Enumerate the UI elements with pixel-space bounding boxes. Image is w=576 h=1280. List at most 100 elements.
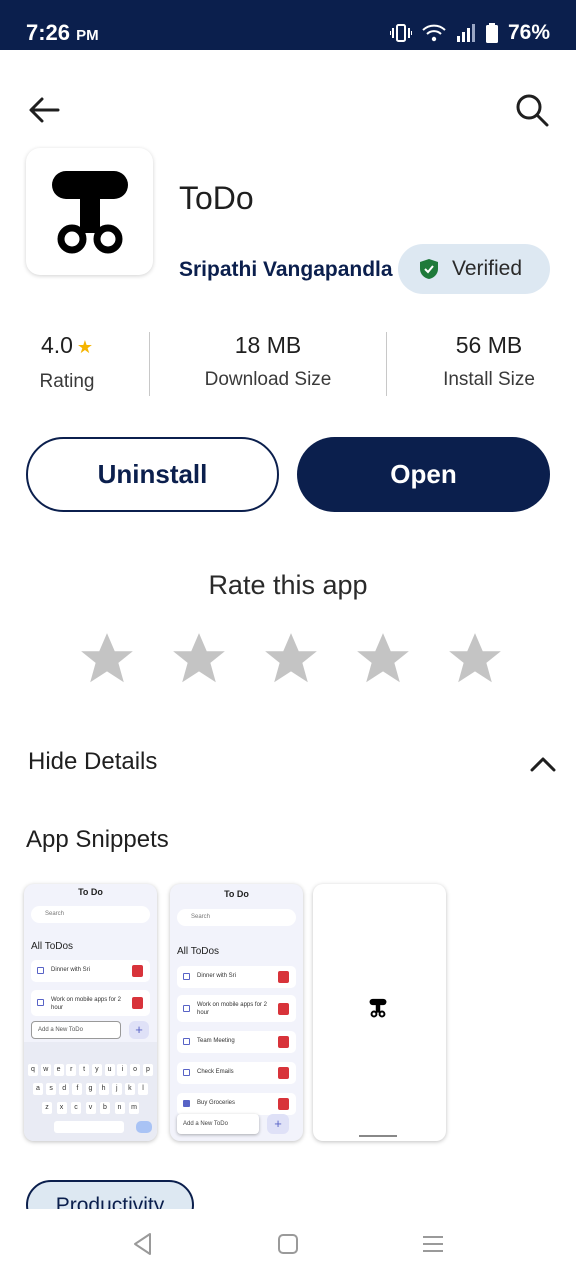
snippet-keyboard: q w e r t y u i o p a s d f g h j k l z …	[24, 1042, 157, 1141]
key: y	[91, 1064, 102, 1076]
key: t	[79, 1064, 90, 1076]
stats-divider	[386, 332, 387, 396]
uninstall-button[interactable]: Uninstall	[26, 437, 279, 512]
key: f	[72, 1083, 83, 1095]
rate-star-5[interactable]	[444, 628, 506, 690]
wifi-icon	[422, 24, 446, 42]
key: n	[114, 1102, 125, 1114]
verified-label: Verified	[452, 257, 523, 280]
keyboard-row-3: z x c v b n m	[42, 1102, 139, 1114]
app-title: ToDo	[179, 180, 254, 216]
checkbox-checked-icon	[183, 1100, 190, 1107]
open-button[interactable]: Open	[297, 437, 550, 512]
key: i	[117, 1064, 128, 1076]
download-size-value: 18 MB	[234, 332, 302, 358]
stat-rating: 4.0 ★ Rating	[30, 332, 104, 393]
search-icon	[516, 94, 549, 127]
rate-star-1[interactable]	[76, 628, 138, 690]
status-time-value: 7:26	[26, 20, 71, 45]
install-size-label: Install Size	[443, 369, 535, 390]
snippet-todo-item: Work on mobile apps for 2 hour	[31, 990, 150, 1016]
snippet-add-input: Add a New ToDo	[31, 1021, 121, 1039]
back-arrow-icon	[29, 97, 60, 123]
snippet-list-title: All ToDos	[31, 941, 74, 952]
snippet-search: Search	[177, 909, 296, 926]
stats-divider	[149, 332, 150, 396]
hide-details-toggle[interactable]: Hide Details	[28, 748, 558, 788]
plus-icon: +	[129, 1021, 149, 1039]
rating-value-row: 4.0 ★	[30, 332, 104, 359]
key: v	[85, 1102, 96, 1114]
key: e	[53, 1064, 64, 1076]
plus-icon: +	[267, 1114, 289, 1134]
key: x	[56, 1102, 67, 1114]
shield-check-icon	[420, 259, 438, 279]
checkbox-icon	[37, 967, 44, 974]
checkbox-icon	[183, 973, 190, 980]
rating-label: Rating	[39, 371, 95, 392]
rate-star-4[interactable]	[352, 628, 414, 690]
status-ampm: PM	[76, 27, 99, 44]
key: p	[142, 1064, 153, 1076]
snippet-todo-item: Team Meeting	[177, 1031, 296, 1053]
rating-value: 4.0	[40, 332, 73, 358]
status-time: 7:26 PM	[26, 20, 99, 46]
snippet-todo-text: Dinner with Sri	[51, 967, 91, 973]
key: k	[124, 1083, 135, 1095]
snippet-screenshot-3[interactable]	[313, 884, 446, 1141]
verified-badge: Verified	[398, 244, 550, 294]
home-indicator	[359, 1135, 397, 1137]
nav-home-icon[interactable]	[275, 1231, 301, 1257]
key: h	[98, 1083, 109, 1095]
snippet-header: To Do	[78, 887, 103, 897]
snippet-todo-text: Work on mobile apps for 2 hour	[197, 1002, 267, 1016]
snippet-screenshot-2[interactable]: To Do Search All ToDos Dinner with Sri W…	[170, 884, 303, 1141]
nav-back-icon[interactable]	[130, 1231, 156, 1257]
vibrate-icon	[389, 24, 412, 42]
top-app-bar	[0, 80, 576, 140]
rate-stars	[76, 628, 506, 692]
key: s	[46, 1083, 57, 1095]
keyboard-enter-key	[136, 1121, 152, 1133]
search-button[interactable]	[512, 90, 552, 130]
snippet-todo-item: Check Emails	[177, 1062, 296, 1084]
delete-icon	[132, 997, 143, 1009]
status-bar: 7:26 PM 76%	[0, 0, 576, 50]
checkbox-icon	[37, 999, 44, 1006]
snippet-add-input: Add a New ToDo	[177, 1114, 259, 1134]
rate-star-2[interactable]	[168, 628, 230, 690]
snippet-todo-text: Work on mobile apps for 2 hour	[51, 997, 121, 1011]
developer-name[interactable]: Sripathi Vangapandla	[179, 258, 393, 282]
status-icons: 76%	[389, 20, 550, 46]
checkbox-icon	[183, 1005, 190, 1012]
rate-star-3[interactable]	[260, 628, 322, 690]
snippet-screenshot-1[interactable]: To Do Search All ToDos Dinner with Sri W…	[24, 884, 157, 1141]
key: d	[59, 1083, 70, 1095]
snippet-todo-text: Check Emails	[197, 1069, 234, 1075]
key: m	[129, 1102, 139, 1114]
key: w	[40, 1064, 51, 1076]
todo-logo-icon	[369, 998, 387, 1018]
checkbox-icon	[183, 1069, 190, 1076]
keyboard-spacebar	[54, 1121, 124, 1133]
key: q	[28, 1064, 38, 1076]
delete-icon	[278, 1003, 289, 1015]
stat-download-size: 18 MB Download Size	[180, 332, 356, 391]
snippet-header: To Do	[224, 889, 249, 899]
app-stats: 4.0 ★ Rating 18 MB Download Size 56 MB In…	[0, 332, 576, 398]
battery-icon	[485, 23, 498, 43]
snippet-list-title: All ToDos	[177, 946, 220, 957]
back-button[interactable]	[24, 90, 64, 130]
snippet-todo-text: Buy Groceries	[197, 1100, 236, 1106]
keyboard-row-2: a s d f g h j k l	[33, 1083, 148, 1095]
delete-icon	[278, 1036, 289, 1048]
app-icon	[26, 148, 153, 275]
snippet-search: Search	[31, 906, 150, 923]
system-nav-bar	[0, 1209, 576, 1280]
key: c	[71, 1102, 81, 1114]
snippet-todo-item: Dinner with Sri	[177, 966, 296, 988]
nav-menu-icon[interactable]	[420, 1231, 446, 1257]
delete-icon	[278, 1098, 289, 1110]
snippet-todo-item: Work on mobile apps for 2 hour	[177, 995, 296, 1022]
todo-logo-icon	[51, 170, 128, 253]
